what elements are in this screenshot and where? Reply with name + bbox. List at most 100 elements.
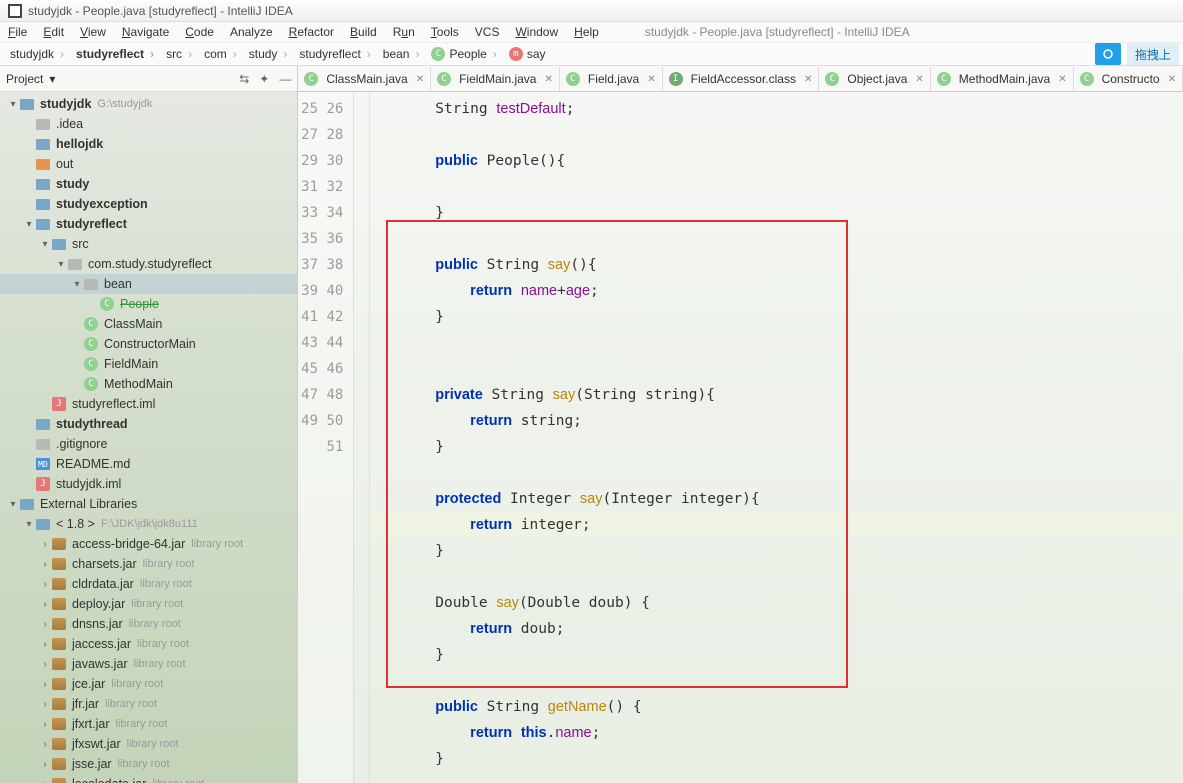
menu-code[interactable]: Code	[185, 25, 214, 39]
close-icon[interactable]: ✕	[915, 74, 923, 85]
tree-twisty-icon[interactable]: ›	[38, 639, 52, 650]
tree-twisty-icon[interactable]: ›	[38, 579, 52, 590]
tree-node[interactable]: hellojdk	[0, 134, 297, 154]
menu-navigate[interactable]: Navigate	[122, 25, 169, 39]
tree-node[interactable]: study	[0, 174, 297, 194]
tree-node[interactable]: out	[0, 154, 297, 174]
tree-twisty-icon[interactable]: ›	[38, 759, 52, 770]
tree-node[interactable]: ▾com.study.studyreflect	[0, 254, 297, 274]
tree-twisty-icon[interactable]: ▾	[22, 219, 36, 230]
crumb-com[interactable]: com	[198, 47, 243, 61]
project-tree[interactable]: ▾studyjdkG:\studyjdk.ideahellojdkoutstud…	[0, 92, 297, 783]
sync-button[interactable]	[1095, 43, 1121, 65]
tree-twisty-icon[interactable]: ›	[38, 719, 52, 730]
tree-node[interactable]: CClassMain	[0, 314, 297, 334]
editor-tab[interactable]: CConstructo✕	[1074, 67, 1183, 91]
tree-node[interactable]: Jstudyreflect.iml	[0, 394, 297, 414]
breadcrumb[interactable]: studyjdkstudyreflectsrccomstudystudyrefl…	[0, 47, 558, 61]
crumb-study[interactable]: study	[243, 47, 294, 61]
crumb-studyreflect[interactable]: studyreflect	[293, 47, 376, 61]
tree-twisty-icon[interactable]: ›	[38, 619, 52, 630]
tree-twisty-icon[interactable]: ▾	[6, 99, 20, 110]
tree-node[interactable]: ›jfxrt.jarlibrary root	[0, 714, 297, 734]
close-icon[interactable]: ✕	[544, 74, 552, 85]
tree-node[interactable]: ›jce.jarlibrary root	[0, 674, 297, 694]
menu-build[interactable]: Build	[350, 25, 377, 39]
menu-help[interactable]: Help	[574, 25, 599, 39]
project-view-title[interactable]: Project	[6, 72, 43, 86]
tree-node[interactable]: ›cldrdata.jarlibrary root	[0, 574, 297, 594]
tree-node[interactable]: ›deploy.jarlibrary root	[0, 594, 297, 614]
settings-icon[interactable]: ✦	[259, 72, 269, 86]
tree-node[interactable]: CFieldMain	[0, 354, 297, 374]
hide-icon[interactable]: —	[279, 72, 291, 86]
tree-node[interactable]: ›jsse.jarlibrary root	[0, 754, 297, 774]
editor-tab[interactable]: CMethodMain.java✕	[931, 67, 1074, 91]
code-content[interactable]: String testDefault; public People(){ } p…	[370, 92, 1183, 783]
tree-twisty-icon[interactable]: ▾	[70, 279, 84, 290]
crumb-studyjdk[interactable]: studyjdk	[4, 47, 70, 61]
editor-tab[interactable]: CFieldMain.java✕	[431, 67, 560, 91]
crumb-src[interactable]: src	[160, 47, 198, 61]
tree-node[interactable]: CMethodMain	[0, 374, 297, 394]
crumb-say[interactable]: msay	[503, 47, 558, 61]
tree-node[interactable]: .gitignore	[0, 434, 297, 454]
tree-twisty-icon[interactable]: ›	[38, 559, 52, 570]
tree-node[interactable]: ›access-bridge-64.jarlibrary root	[0, 534, 297, 554]
close-icon[interactable]: ✕	[416, 74, 424, 85]
tree-twisty-icon[interactable]: ▾	[6, 499, 20, 510]
tree-twisty-icon[interactable]: ▾	[54, 259, 68, 270]
menu-run[interactable]: Run	[393, 25, 415, 39]
tree-twisty-icon[interactable]: ›	[38, 779, 52, 783]
editor-tab[interactable]: IFieldAccessor.class✕	[663, 67, 820, 91]
tree-twisty-icon[interactable]: ▾	[22, 519, 36, 530]
drag-upload-tab[interactable]: 拖拽上	[1127, 43, 1179, 65]
tree-node[interactable]: ▾src	[0, 234, 297, 254]
tree-twisty-icon[interactable]: ›	[38, 739, 52, 750]
tree-node[interactable]: ›jfxswt.jarlibrary root	[0, 734, 297, 754]
tree-node[interactable]: ›localedata.jarlibrary root	[0, 774, 297, 783]
tree-twisty-icon[interactable]: ›	[38, 659, 52, 670]
tree-node[interactable]: studythread	[0, 414, 297, 434]
tree-node[interactable]: .idea	[0, 114, 297, 134]
tree-twisty-icon[interactable]: ›	[38, 599, 52, 610]
tree-node[interactable]: ›dnsns.jarlibrary root	[0, 614, 297, 634]
tree-node[interactable]: CPeople	[0, 294, 297, 314]
crumb-bean[interactable]: bean	[377, 47, 426, 61]
tree-node[interactable]: CConstructorMain	[0, 334, 297, 354]
fold-strip[interactable]	[354, 92, 370, 783]
editor-tab[interactable]: CClassMain.java✕	[298, 67, 431, 91]
tree-node[interactable]: ▾bean	[0, 274, 297, 294]
menu-analyze[interactable]: Analyze	[230, 25, 273, 39]
close-icon[interactable]: ✕	[1168, 74, 1176, 85]
crumb-people[interactable]: CPeople	[425, 47, 502, 61]
tree-node[interactable]: Jstudyjdk.iml	[0, 474, 297, 494]
menu-tools[interactable]: Tools	[431, 25, 459, 39]
tree-twisty-icon[interactable]: ›	[38, 679, 52, 690]
tree-twisty-icon[interactable]: ▾	[38, 239, 52, 250]
editor-tab[interactable]: CObject.java✕	[819, 67, 930, 91]
menu-edit[interactable]: Edit	[43, 25, 64, 39]
collapse-icon[interactable]: ⇆	[239, 72, 249, 86]
tree-node[interactable]: ›jaccess.jarlibrary root	[0, 634, 297, 654]
editor-body[interactable]: 25 26 27 28 29 30 31 32 33 34 35 36 37 3…	[298, 92, 1183, 783]
project-view-dropdown-icon[interactable]: ▾	[49, 72, 55, 86]
tree-node[interactable]: ▾External Libraries	[0, 494, 297, 514]
tree-node[interactable]: ›charsets.jarlibrary root	[0, 554, 297, 574]
menu-file[interactable]: File	[8, 25, 27, 39]
close-icon[interactable]: ✕	[647, 74, 655, 85]
tree-node[interactable]: ›javaws.jarlibrary root	[0, 654, 297, 674]
crumb-studyreflect[interactable]: studyreflect	[70, 47, 160, 61]
tree-node[interactable]: studyexception	[0, 194, 297, 214]
close-icon[interactable]: ✕	[804, 74, 812, 85]
tree-node[interactable]: ▾< 1.8 >F:\JDK\jdk\jdk8u111	[0, 514, 297, 534]
tree-twisty-icon[interactable]: ›	[38, 539, 52, 550]
tree-twisty-icon[interactable]: ›	[38, 699, 52, 710]
menu-vcs[interactable]: VCS	[475, 25, 500, 39]
tree-node[interactable]: ›jfr.jarlibrary root	[0, 694, 297, 714]
menu-view[interactable]: View	[80, 25, 106, 39]
tree-node[interactable]: ▾studyjdkG:\studyjdk	[0, 94, 297, 114]
editor-tab[interactable]: CField.java✕	[560, 67, 663, 91]
menu-window[interactable]: Window	[515, 25, 558, 39]
menu-refactor[interactable]: Refactor	[289, 25, 334, 39]
